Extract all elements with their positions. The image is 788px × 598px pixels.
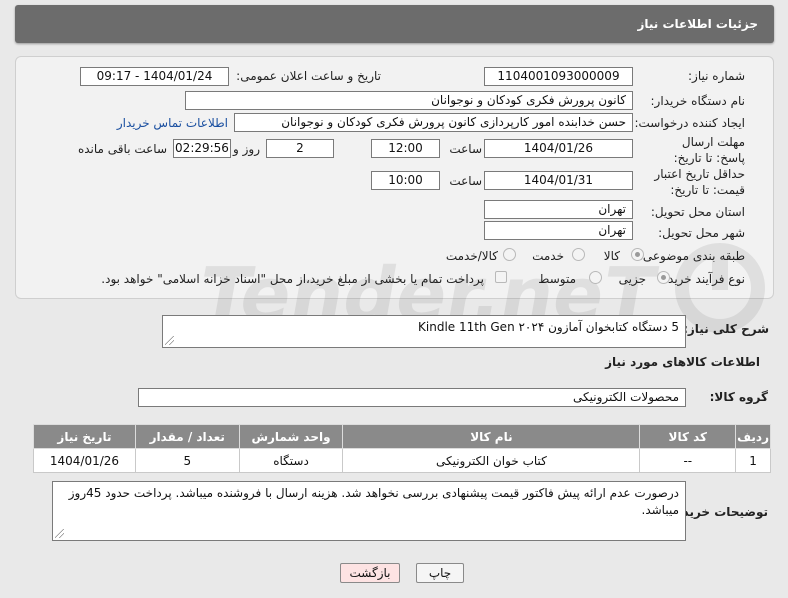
treasury-payment-checkbox[interactable] [495, 271, 507, 283]
process-type-label: نوع فرآیند خرید : [660, 272, 745, 286]
print-button[interactable]: چاپ [416, 563, 464, 583]
buyer-field: کانون پرورش فکری کودکان و نوجوانان [185, 91, 633, 110]
treasury-payment-note: پرداخت تمام یا بخشی از مبلغ خرید،از محل … [101, 272, 484, 286]
col-row-number: ردیف [735, 424, 771, 449]
cell-row-number: 1 [735, 448, 771, 473]
remaining-time-label: ساعت باقی مانده [77, 142, 167, 156]
category-radio-goods[interactable] [631, 248, 644, 261]
description-textarea: 5 دستگاه کتابخوان آمازون Kindle 11th Gen… [162, 315, 686, 348]
col-goods-code: کد کالا [639, 424, 737, 449]
price-time-label: ساعت [449, 174, 482, 188]
cell-goods-code: -- [639, 448, 737, 473]
cell-unit: دستگاه [238, 448, 344, 473]
buyer-contact-link[interactable]: اطلاعات تماس خریدار [117, 116, 228, 130]
description-text: 5 دستگاه کتابخوان آمازون Kindle 11th Gen… [418, 320, 679, 334]
city-field: تهران [484, 221, 633, 240]
days-label: روز و [233, 142, 260, 156]
page: جزئیات اطلاعات نیاز AriaTender.neT شماره… [0, 0, 788, 598]
goods-group-label: گروه کالا: [709, 390, 768, 404]
resize-grip[interactable] [165, 336, 174, 345]
creator-field: حسن خدابنده امور کارپردازی کانون پرورش ف… [234, 113, 633, 132]
need-number-label: شماره نیاز: [688, 69, 745, 83]
goods-table-header: ردیف کد کالا نام کالا واحد شمارش تعداد /… [33, 424, 771, 449]
page-header: جزئیات اطلاعات نیاز [15, 5, 774, 43]
goods-group-field: محصولات الکترونیکی [138, 388, 686, 407]
buyer-label: نام دستگاه خریدار: [650, 94, 746, 108]
back-button[interactable]: بازگشت [340, 563, 400, 583]
table-row: 1 -- کتاب خوان الکترونیکی دستگاه 5 1404/… [33, 448, 771, 473]
category-label: طبقه بندی موضوعی: [638, 249, 745, 263]
cell-quantity: 5 [134, 448, 240, 473]
process-option-minor: جزیی [618, 272, 646, 286]
buyer-notes-text: درصورت عدم ارائه پیش فاکتور قیمت پیشنهاد… [68, 486, 679, 517]
resize-grip[interactable] [55, 529, 64, 538]
price-validity-time-field: 10:00 [371, 171, 440, 190]
process-option-medium: متوسط [538, 272, 576, 286]
reply-deadline-label: مهلت ارسال پاسخ: تا تاریخ: [673, 135, 745, 165]
category-option-service: خدمت [532, 249, 564, 263]
category-radio-goods-service[interactable] [503, 248, 516, 261]
goods-section-title: اطلاعات کالاهای مورد نیاز [605, 355, 760, 369]
reply-time-field: 12:00 [371, 139, 440, 158]
category-option-goods: کالا [603, 249, 620, 263]
process-radio-minor[interactable] [657, 271, 670, 284]
price-validity-label: حداقل تاریخ اعتبار قیمت: تا تاریخ: [654, 167, 745, 197]
col-quantity: تعداد / مقدار [134, 424, 240, 449]
cell-goods-name: کتاب خوان الکترونیکی [342, 448, 641, 473]
price-validity-date-field: 1404/01/31 [484, 171, 633, 190]
province-label: استان محل تحویل: [650, 205, 745, 219]
col-need-date: تاریخ نیاز [33, 424, 136, 449]
col-goods-name: نام کالا [342, 424, 641, 449]
process-radio-medium[interactable] [589, 271, 602, 284]
category-option-goods-service: کالا/خدمت [445, 249, 498, 263]
reply-date-field: 1404/01/26 [484, 139, 633, 158]
buyer-notes-textarea: درصورت عدم ارائه پیش فاکتور قیمت پیشنهاد… [52, 481, 686, 541]
reply-time-label: ساعت [449, 142, 482, 156]
page-title: جزئیات اطلاعات نیاز [637, 17, 758, 31]
need-number-field: 1104001093000009 [484, 67, 633, 86]
col-unit: واحد شمارش [238, 424, 344, 449]
description-label: شرح کلی نیاز: [683, 322, 769, 336]
announce-date-label: تاریخ و ساعت اعلان عمومی: [236, 69, 381, 83]
creator-label: ایجاد کننده درخواست: [634, 116, 745, 130]
cell-need-date: 1404/01/26 [33, 448, 136, 473]
announce-date-field: 1404/01/24 - 09:17 [80, 67, 229, 86]
days-remaining-field: 2 [266, 139, 334, 158]
city-label: شهر محل تحویل: [658, 226, 745, 240]
remaining-time-field: 02:29:56 [173, 139, 231, 158]
category-radio-service[interactable] [572, 248, 585, 261]
province-field: تهران [484, 200, 633, 219]
goods-table: ردیف کد کالا نام کالا واحد شمارش تعداد /… [33, 424, 771, 473]
